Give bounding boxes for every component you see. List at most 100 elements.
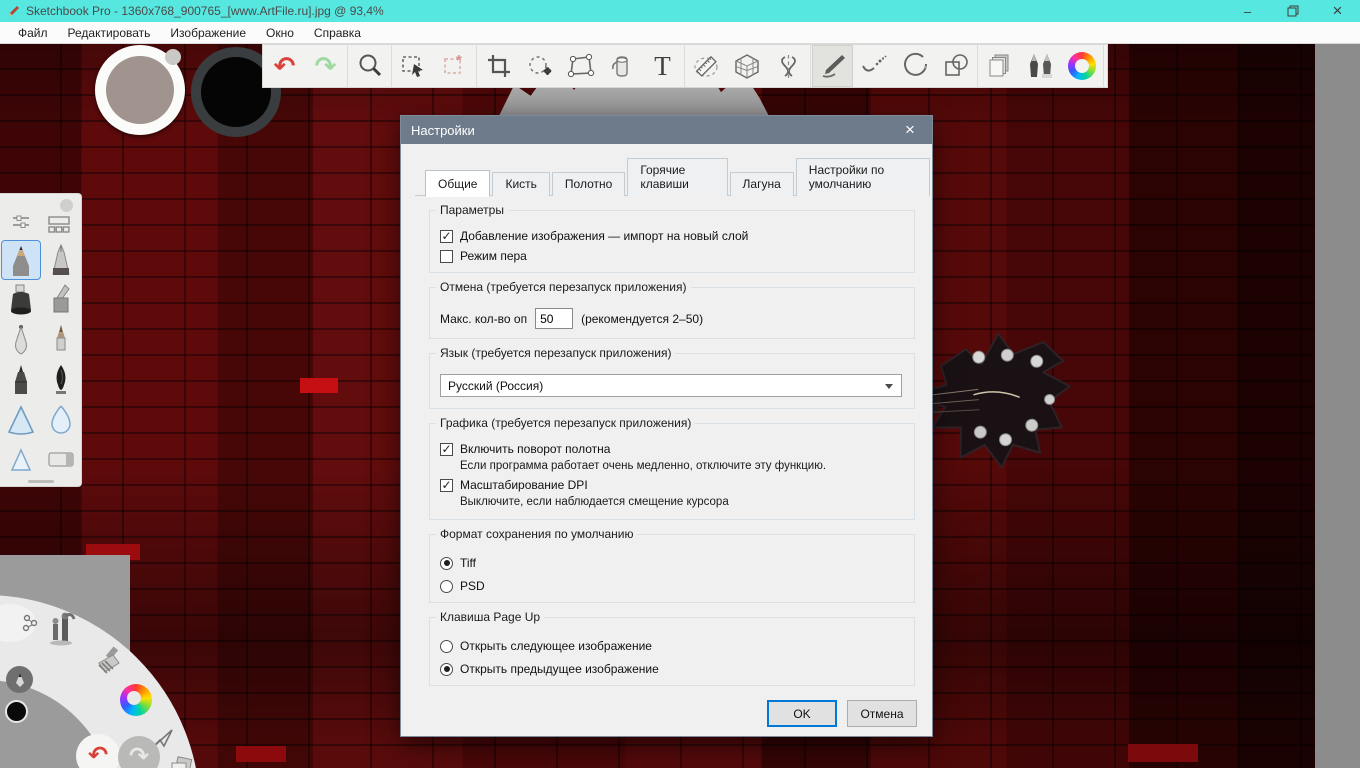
group-parameters-legend: Параметры	[440, 203, 504, 217]
brush-water-drop[interactable]	[41, 400, 81, 440]
menu-window[interactable]: Окно	[256, 24, 304, 42]
menu-help[interactable]: Справка	[304, 24, 371, 42]
ruler-tool-button[interactable]	[686, 45, 727, 87]
brush-small-triangle[interactable]	[1, 440, 41, 480]
tab-brush[interactable]: Кисть	[492, 172, 550, 196]
text-tool-icon: T	[654, 50, 671, 81]
brush-pencil[interactable]	[0, 240, 41, 280]
symmetry-icon	[781, 54, 796, 78]
brush-airbrush[interactable]	[41, 240, 81, 280]
color-wheel-button[interactable]	[1061, 45, 1102, 87]
stroke-icon	[861, 55, 886, 72]
pen-tool-button[interactable]	[812, 45, 853, 87]
shapes-tool-button[interactable]	[935, 45, 976, 87]
tab-general[interactable]: Общие	[425, 170, 491, 197]
max-undo-input[interactable]	[535, 308, 574, 329]
move-selection-button[interactable]	[519, 45, 560, 87]
lagoon-tools-button[interactable]	[46, 612, 76, 653]
crop-icon	[487, 55, 510, 77]
brush-library-open-button[interactable]	[47, 216, 71, 234]
transform-tool-button[interactable]	[560, 45, 601, 87]
minimize-button[interactable]: –	[1225, 0, 1270, 22]
brush-library-button[interactable]	[1020, 45, 1061, 87]
deselect-icon: *	[443, 52, 462, 74]
brush-calligraphy[interactable]	[41, 360, 81, 400]
brush-marker[interactable]	[1, 280, 41, 320]
tab-defaults[interactable]: Настройки по умолчанию	[795, 158, 930, 196]
radio-tiff-label: Tiff	[460, 556, 477, 570]
brush-ballpoint[interactable]	[1, 320, 41, 360]
close-button[interactable]: ×	[1315, 0, 1360, 22]
ok-button[interactable]: OK	[767, 700, 837, 727]
radio-psd-label: PSD	[460, 579, 485, 593]
menu-image[interactable]: Изображение	[160, 24, 256, 42]
zoom-tool-button[interactable]	[349, 45, 390, 87]
select-tool-button[interactable]	[393, 45, 434, 87]
group-pageup-legend: Клавиша Page Up	[440, 610, 541, 624]
brush-puck-color	[106, 56, 174, 124]
dialog-close-button[interactable]: ×	[898, 120, 922, 140]
group-undo: Отмена (требуется перезапуск приложения)…	[429, 280, 915, 339]
text-tool-button[interactable]: T	[642, 45, 683, 87]
brush-chisel[interactable]	[41, 280, 81, 320]
perspective-tool-button[interactable]	[727, 45, 768, 87]
restore-icon	[1287, 5, 1298, 17]
stroke-tool-button[interactable]	[853, 45, 894, 87]
brush-smudge[interactable]	[1, 400, 41, 440]
marker-icon	[10, 284, 31, 315]
brush-eraser[interactable]	[41, 440, 81, 480]
tab-hotkeys[interactable]: Горячие клавиши	[627, 158, 728, 196]
checkbox-add-image-label: Добавление изображения — импорт на новый…	[460, 229, 749, 243]
ellipse-tool-button[interactable]	[894, 45, 935, 87]
tab-canvas[interactable]: Полотно	[551, 172, 626, 196]
brush-settings-button[interactable]	[10, 215, 32, 234]
menu-bar: Файл Редактировать Изображение Окно Спра…	[0, 22, 1360, 44]
mini-brush-puck[interactable]	[6, 666, 33, 693]
symmetry-tool-button[interactable]	[768, 45, 809, 87]
layers-icon	[989, 54, 1008, 77]
lagoon-color-button[interactable]	[120, 684, 152, 716]
lagoon-redo-icon: ↷	[128, 743, 150, 768]
main-toolbar: ↶ ↷ * T	[262, 44, 1108, 88]
photo-accent	[1128, 744, 1198, 762]
checkbox-pen-mode[interactable]	[440, 249, 453, 263]
menu-edit[interactable]: Редактировать	[58, 24, 161, 42]
group-undo-legend: Отмена (требуется перезапуск приложения)	[440, 280, 687, 294]
lagoon-brush-button[interactable]	[92, 646, 124, 683]
select-icon	[401, 56, 423, 77]
menu-file[interactable]: Файл	[8, 24, 58, 42]
dialog-title-bar[interactable]: Настройки ×	[401, 116, 932, 144]
smudge-triangle-icon	[7, 405, 34, 435]
restore-button[interactable]	[1270, 0, 1315, 22]
panel-knob[interactable]	[60, 199, 73, 212]
radio-tiff[interactable]	[440, 556, 453, 570]
cancel-button[interactable]: Отмена	[847, 700, 917, 727]
mini-color-puck[interactable]	[5, 700, 28, 723]
lagoon-color-wheel-icon	[120, 684, 152, 716]
undo-button[interactable]: ↶	[264, 45, 305, 87]
water-drop-icon	[50, 405, 71, 434]
radio-psd[interactable]	[440, 579, 453, 593]
lagoon-layers-button[interactable]	[168, 756, 194, 768]
deselect-tool-button[interactable]: *	[434, 45, 475, 87]
redo-icon: ↷	[314, 51, 337, 81]
brush-puck[interactable]	[95, 45, 185, 135]
app-pencil-icon	[9, 6, 19, 17]
brush-paintbrush[interactable]	[41, 320, 81, 360]
brush-felt-pen[interactable]	[1, 360, 41, 400]
checkbox-add-image[interactable]	[440, 229, 453, 243]
checkbox-dpi-scaling[interactable]	[440, 478, 453, 492]
checkbox-canvas-rotation[interactable]	[440, 442, 453, 456]
app-window: Sketchbook Pro - 1360x768_900765_[www.Ar…	[0, 0, 1360, 768]
crop-tool-button[interactable]	[478, 45, 519, 87]
layers-button[interactable]	[979, 45, 1020, 87]
fill-tool-button[interactable]	[601, 45, 642, 87]
small-triangle-icon	[10, 448, 31, 471]
tab-lagoon[interactable]: Лагуна	[729, 172, 794, 196]
radio-open-next[interactable]	[440, 639, 453, 653]
panel-resize-handle[interactable]	[27, 480, 54, 483]
language-dropdown[interactable]: Русский (Россия)	[440, 374, 902, 397]
group-graphics-legend: Графика (требуется перезапуск приложения…	[440, 416, 692, 430]
radio-open-prev[interactable]	[440, 662, 453, 676]
redo-button[interactable]: ↷	[305, 45, 346, 87]
